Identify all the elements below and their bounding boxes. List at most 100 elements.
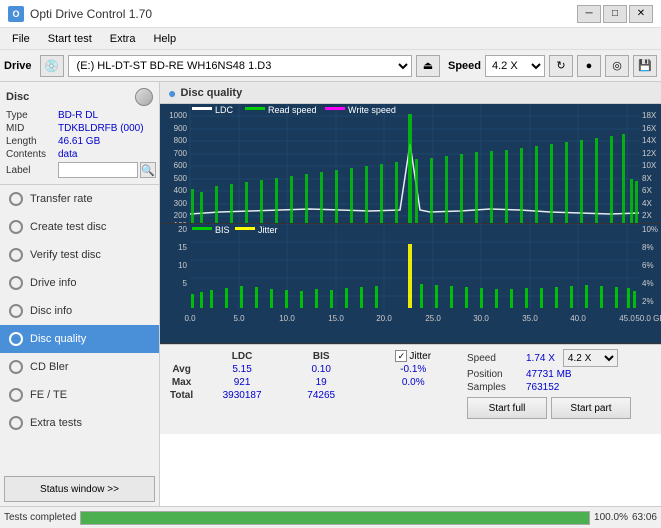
total-label: Total xyxy=(166,389,197,402)
sidebar-item-disc-info[interactable]: Disc info xyxy=(0,297,159,325)
svg-text:5.0: 5.0 xyxy=(233,314,245,323)
app-icon: O xyxy=(8,6,24,22)
stats-area: LDC BIS ✓ Jitter xyxy=(160,344,661,434)
svg-text:16X: 16X xyxy=(642,124,657,133)
svg-text:10%: 10% xyxy=(642,225,658,234)
disc-contents-label: Contents xyxy=(6,149,58,160)
save-button[interactable]: 💾 xyxy=(633,55,657,77)
sidebar-item-transfer-rate-label: Transfer rate xyxy=(30,193,93,205)
sidebar-item-verify-test-disc[interactable]: Verify test disc xyxy=(0,241,159,269)
svg-text:100: 100 xyxy=(174,221,188,223)
progress-bar-fill xyxy=(81,512,589,524)
svg-text:6X: 6X xyxy=(642,186,652,195)
svg-text:50.0 GB: 50.0 GB xyxy=(635,314,661,323)
speed-select-2[interactable]: 4.2 X xyxy=(563,349,618,367)
svg-text:500: 500 xyxy=(174,174,188,183)
disc-label-label: Label xyxy=(6,165,58,176)
svg-text:300: 300 xyxy=(174,199,188,208)
disc-label-input[interactable] xyxy=(58,162,138,178)
svg-text:15: 15 xyxy=(178,243,187,252)
disc-length-row: Length 46.61 GB xyxy=(6,136,153,147)
disc-label-button[interactable]: 🔍 xyxy=(140,162,156,178)
speed-key: Speed xyxy=(467,353,522,364)
chart-header-icon: ● xyxy=(168,85,176,101)
refresh-button[interactable]: ↻ xyxy=(549,55,573,77)
jitter-label: Jitter xyxy=(409,351,431,362)
svg-text:35.0: 35.0 xyxy=(522,314,538,323)
speed-label: Speed xyxy=(448,60,481,72)
samples-value: 763152 xyxy=(526,382,559,393)
svg-text:600: 600 xyxy=(174,161,188,170)
stats-max-row: Max 921 19 0.0% xyxy=(166,376,455,389)
disc-contents-value: data xyxy=(58,149,77,160)
disc-length-label: Length xyxy=(6,136,58,147)
start-part-button[interactable]: Start part xyxy=(551,397,631,419)
sidebar-item-create-test-disc-label: Create test disc xyxy=(30,221,106,233)
sidebar-item-drive-info[interactable]: Drive info xyxy=(0,269,159,297)
chart-header: ● Disc quality xyxy=(160,82,661,104)
menu-help[interactable]: Help xyxy=(145,31,184,47)
svg-text:8%: 8% xyxy=(642,243,654,252)
svg-text:30.0: 30.0 xyxy=(473,314,489,323)
svg-text:400: 400 xyxy=(174,186,188,195)
disc-button2[interactable]: ◎ xyxy=(605,55,629,77)
close-button[interactable]: ✕ xyxy=(629,5,653,23)
svg-text:18X: 18X xyxy=(642,111,657,120)
disc-label-row: Label 🔍 xyxy=(6,162,153,178)
progress-time: 63:06 xyxy=(632,512,657,523)
titlebar: O Opti Drive Control 1.70 ─ □ ✕ xyxy=(0,0,661,28)
total-ldc: 3930187 xyxy=(197,389,287,402)
col-ldc: LDC xyxy=(197,349,287,363)
svg-text:15.0: 15.0 xyxy=(328,314,344,323)
titlebar-left: O Opti Drive Control 1.70 xyxy=(8,6,152,22)
sidebar-item-cd-bler[interactable]: CD Bler xyxy=(0,353,159,381)
app-title: Opti Drive Control 1.70 xyxy=(30,7,152,21)
sidebar-item-fe-te-label: FE / TE xyxy=(30,389,67,401)
progress-pct: 100.0% xyxy=(594,512,628,523)
avg-label: Avg xyxy=(166,363,197,376)
menu-file[interactable]: File xyxy=(4,31,38,47)
chart-area: ● Disc quality xyxy=(160,82,661,506)
maximize-button[interactable]: □ xyxy=(603,5,627,23)
drive-select[interactable]: (E:) HL-DT-ST BD-RE WH16NS48 1.D3 xyxy=(68,55,412,77)
sidebar-item-create-test-disc[interactable]: Create test disc xyxy=(0,213,159,241)
status-window-button[interactable]: Status window >> xyxy=(4,476,155,502)
samples-row: Samples 763152 xyxy=(467,382,655,393)
sidebar-item-fe-te[interactable]: FE / TE xyxy=(0,381,159,409)
stats-avg-row: Avg 5.15 0.10 -0.1% xyxy=(166,363,455,376)
chart-panel-top: 1000 900 800 700 600 500 400 300 200 100… xyxy=(160,104,661,224)
disc-type-label: Type xyxy=(6,110,58,121)
sidebar-item-disc-quality[interactable]: Disc quality xyxy=(0,325,159,353)
sidebar-item-drive-info-label: Drive info xyxy=(30,277,76,289)
svg-text:12X: 12X xyxy=(642,149,657,158)
stats-left: LDC BIS ✓ Jitter xyxy=(160,345,461,434)
max-jitter: 0.0% xyxy=(371,376,455,389)
status-text: Tests completed xyxy=(4,512,76,523)
disc-length-value: 46.61 GB xyxy=(58,136,100,147)
start-full-button[interactable]: Start full xyxy=(467,397,547,419)
sidebar-item-extra-tests[interactable]: Extra tests xyxy=(0,409,159,437)
progress-bar-container xyxy=(80,511,590,525)
eject-button[interactable]: ⏏ xyxy=(416,55,440,77)
max-label: Max xyxy=(166,376,197,389)
disc-type-value: BD-R DL xyxy=(58,110,98,121)
sidebar-item-transfer-rate[interactable]: Transfer rate xyxy=(0,185,159,213)
sidebar-item-extra-tests-label: Extra tests xyxy=(30,417,82,429)
stats-right: Speed 1.74 X 4.2 X Position 47731 MB Sam… xyxy=(461,345,661,434)
disc-type-row: Type BD-R DL xyxy=(6,110,153,121)
svg-text:LDC: LDC xyxy=(215,105,234,115)
disc-button1[interactable]: ● xyxy=(577,55,601,77)
disc-title: Disc xyxy=(6,91,29,103)
speed-select[interactable]: 4.2 X xyxy=(485,55,545,77)
disc-panel: Disc Type BD-R DL MID TDKBLDRFB (000) Le… xyxy=(0,82,159,185)
avg-bis: 0.10 xyxy=(287,363,356,376)
chart-panel-bottom: 20 15 10 5 10% 8% 6% 4% 2% xyxy=(160,224,661,344)
minimize-button[interactable]: ─ xyxy=(577,5,601,23)
menu-extra[interactable]: Extra xyxy=(102,31,144,47)
svg-text:14X: 14X xyxy=(642,136,657,145)
jitter-checkbox[interactable]: ✓ xyxy=(395,350,407,362)
sidebar-item-verify-test-disc-label: Verify test disc xyxy=(30,249,101,261)
svg-text:BIS: BIS xyxy=(215,225,230,235)
menu-start-test[interactable]: Start test xyxy=(40,31,100,47)
svg-text:4%: 4% xyxy=(642,279,654,288)
